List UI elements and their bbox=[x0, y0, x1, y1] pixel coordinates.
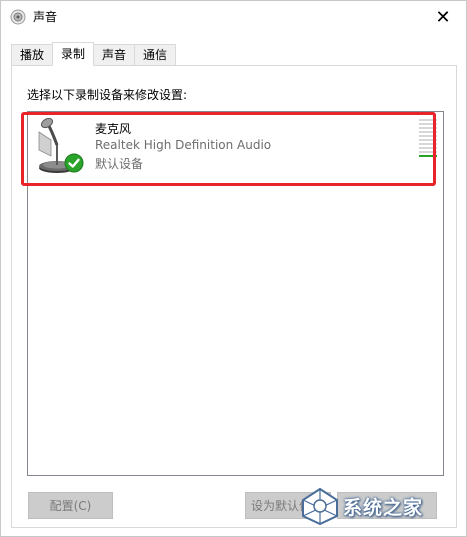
window-title: 声音 bbox=[33, 10, 58, 24]
green-check-icon bbox=[64, 153, 84, 173]
device-status: 默认设备 bbox=[95, 157, 144, 171]
device-name: 麦克风 bbox=[95, 122, 132, 136]
speaker-icon bbox=[10, 9, 26, 25]
watermark-logo-icon bbox=[302, 487, 338, 526]
close-icon: ✕ bbox=[435, 6, 451, 28]
device-item-microphone[interactable]: 麦克风 Realtek High Definition Audio 默认设备 bbox=[29, 113, 442, 181]
tab-strip: 播放 录制 声音 通信 bbox=[11, 42, 177, 66]
close-button[interactable]: ✕ bbox=[420, 1, 466, 33]
sound-dialog: 声音 ✕ 播放 录制 声音 通信 选择以下录制设备来修改设置: 麦克风 Real… bbox=[0, 0, 467, 537]
device-driver: Realtek High Definition Audio bbox=[95, 138, 272, 152]
configure-button[interactable]: 配置(C) bbox=[28, 492, 113, 519]
level-meter bbox=[419, 119, 437, 159]
watermark-text: 系统之家 bbox=[343, 496, 424, 519]
tab-recording[interactable]: 录制 bbox=[52, 42, 95, 66]
watermark: 系统之家 bbox=[299, 485, 459, 527]
tab-playback[interactable]: 播放 bbox=[11, 44, 53, 66]
instruction-text: 选择以下录制设备来修改设置: bbox=[27, 88, 188, 102]
tab-communications[interactable]: 通信 bbox=[134, 44, 177, 66]
tab-sounds[interactable]: 声音 bbox=[94, 44, 135, 66]
title-bar: 声音 ✕ bbox=[1, 1, 466, 33]
device-list[interactable]: 麦克风 Realtek High Definition Audio 默认设备 bbox=[27, 111, 444, 476]
recording-panel: 选择以下录制设备来修改设置: 麦克风 Realtek High Definiti… bbox=[11, 65, 457, 528]
